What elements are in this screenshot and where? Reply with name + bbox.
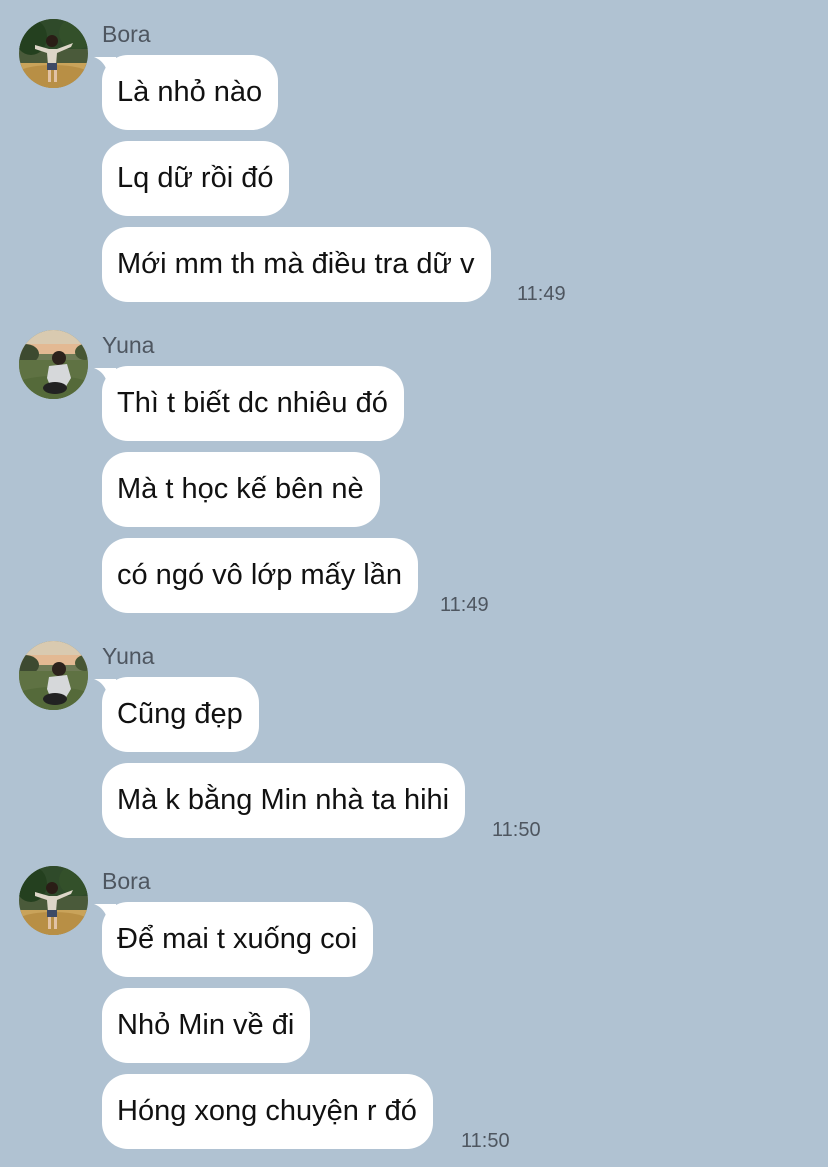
sender-name: Bora — [102, 868, 151, 894]
sender-name: Yuna — [102, 643, 155, 669]
message-bubble[interactable]: Cũng đẹp — [102, 677, 259, 752]
avatar[interactable] — [19, 866, 88, 935]
avatar[interactable] — [19, 19, 88, 88]
girl-sitting-on-grass-avatar-icon — [19, 330, 88, 399]
sender-name: Yuna — [102, 332, 155, 358]
girl-in-field-avatar-icon — [19, 866, 88, 935]
message-bubble[interactable]: Nhỏ Min về đi — [102, 988, 311, 1063]
message-bubble[interactable]: Mà k bằng Min nhà ta hihi — [102, 763, 466, 838]
girl-in-field-avatar-icon — [19, 19, 88, 88]
message-bubble[interactable]: Lq dữ rồi đó — [102, 141, 290, 216]
avatar[interactable] — [19, 330, 88, 399]
message-bubble[interactable]: Mà t học kế bên nè — [102, 452, 380, 527]
avatar[interactable] — [19, 641, 88, 710]
message-bubble[interactable]: Hóng xong chuyện r đó — [102, 1074, 433, 1149]
message-timestamp: 11:49 — [517, 283, 566, 305]
message-bubble[interactable]: Thì t biết dc nhiêu đó — [102, 366, 404, 441]
girl-sitting-on-grass-avatar-icon — [19, 641, 88, 710]
message-timestamp: 11:50 — [492, 819, 541, 841]
message-bubble[interactable]: Là nhỏ nào — [102, 55, 279, 130]
message-bubble[interactable]: Mới mm th mà điều tra dữ v — [102, 227, 491, 302]
sender-name: Bora — [102, 21, 151, 47]
message-bubble[interactable]: Để mai t xuống coi — [102, 902, 374, 977]
message-timestamp: 11:49 — [440, 594, 489, 616]
message-bubble[interactable]: có ngó vô lớp mấy lần — [102, 538, 419, 613]
message-timestamp: 11:50 — [461, 1130, 510, 1152]
